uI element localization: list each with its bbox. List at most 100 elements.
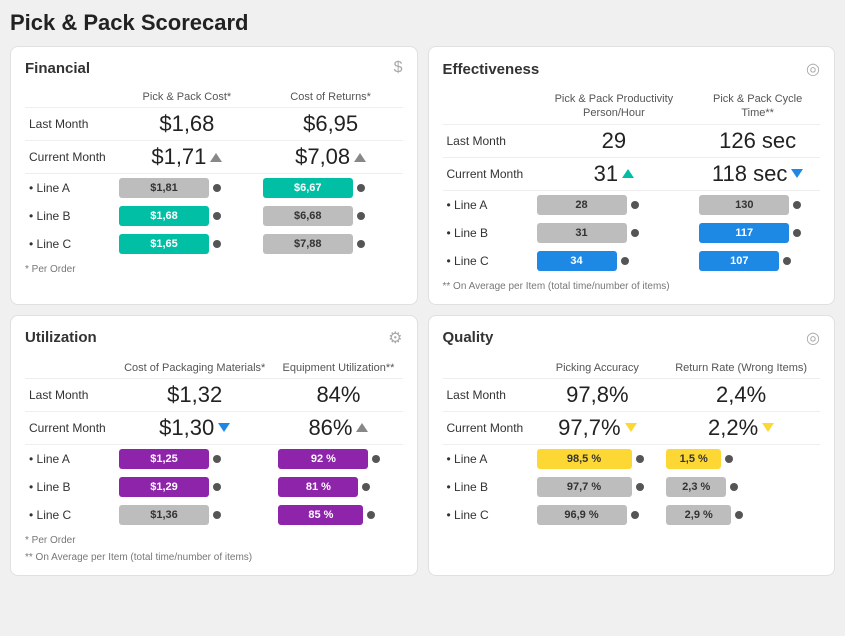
utilization-last-month-v2: 84%	[274, 378, 402, 411]
utilization-note2: ** On Average per Item (total time/numbe…	[25, 552, 403, 563]
effectiveness-lineb-v2-dot	[793, 229, 801, 237]
utilization-linec-v1: $1,36	[115, 501, 274, 529]
effectiveness-current-month-label: Current Month	[443, 157, 533, 190]
quality-col1-header: Picking Accuracy	[533, 358, 663, 379]
utilization-linec-v1-dot	[213, 511, 221, 519]
quality-linec-v2-dot	[735, 511, 743, 519]
effectiveness-title: Effectiveness	[443, 61, 540, 78]
effectiveness-linec-label: • Line C	[443, 247, 533, 275]
quality-v2-arrow	[762, 423, 774, 432]
utilization-current-month-v2: 86%	[274, 411, 402, 444]
utilization-table: Cost of Packaging Materials* Equipment U…	[25, 358, 403, 529]
effectiveness-table: Pick & Pack Productivity Person/Hour Pic…	[443, 89, 821, 275]
effectiveness-note: ** On Average per Item (total time/numbe…	[443, 281, 821, 292]
effectiveness-lineb-v2: 117	[695, 219, 820, 247]
utilization-linec-v2-dot	[367, 511, 375, 519]
quality-card: Quality ◎ Picking Accuracy Return Rate (…	[428, 315, 836, 576]
quality-current-month-v2: 2,2%	[662, 411, 820, 444]
financial-card-header: Financial $	[25, 59, 403, 77]
dashboard-grid: Financial $ Pick & Pack Cost* Cost of Re…	[10, 46, 835, 576]
financial-table: Pick & Pack Cost* Cost of Returns* Last …	[25, 87, 403, 258]
quality-linea-label: • Line A	[443, 444, 533, 473]
effectiveness-lineb-label: • Line B	[443, 219, 533, 247]
financial-linec-v1-dot	[213, 240, 221, 248]
effectiveness-v1-arrow	[622, 169, 634, 178]
financial-linec-label: • Line C	[25, 230, 115, 258]
financial-current-month-v2: $7,08	[259, 141, 403, 174]
financial-col1-header: Pick & Pack Cost*	[115, 87, 259, 108]
utilization-icon: ⚙	[388, 328, 402, 348]
financial-linea-v2-dot	[357, 184, 365, 192]
utilization-card: Utilization ⚙ Cost of Packaging Material…	[10, 315, 418, 576]
utilization-lineb-v2-dot	[362, 483, 370, 491]
effectiveness-last-month-v1: 29	[533, 124, 696, 157]
utilization-col2-header: Equipment Utilization**	[274, 358, 402, 379]
quality-title: Quality	[443, 329, 494, 346]
financial-linec-v2-dot	[357, 240, 365, 248]
effectiveness-lineb-v1-dot	[631, 229, 639, 237]
effectiveness-linec-v1: 34	[533, 247, 696, 275]
financial-linea-v1: $1,81	[115, 174, 259, 203]
financial-lineb-v1-dot	[213, 212, 221, 220]
utilization-linea-label: • Line A	[25, 444, 115, 473]
quality-linea-v1-dot	[636, 455, 644, 463]
quality-lineb-v1: 97,7 %	[533, 473, 663, 501]
utilization-v2-arrow	[356, 423, 368, 432]
financial-linea-label: • Line A	[25, 174, 115, 203]
utilization-last-month-v1: $1,32	[115, 378, 274, 411]
financial-col2-header: Cost of Returns*	[259, 87, 403, 108]
utilization-current-month-label: Current Month	[25, 411, 115, 444]
quality-last-month-label: Last Month	[443, 378, 533, 411]
utilization-linea-v1: $1,25	[115, 444, 274, 473]
utilization-linea-v2: 92 %	[274, 444, 402, 473]
effectiveness-current-month-v2: 118 sec	[695, 157, 820, 190]
effectiveness-linec-v2: 107	[695, 247, 820, 275]
utilization-lineb-v1-dot	[213, 483, 221, 491]
financial-linea-v1-dot	[213, 184, 221, 192]
financial-lineb-v1: $1,68	[115, 202, 259, 230]
effectiveness-last-month-v2: 126 sec	[695, 124, 820, 157]
quality-lineb-label: • Line B	[443, 473, 533, 501]
effectiveness-current-month-v1: 31	[533, 157, 696, 190]
quality-linea-v2-dot	[725, 455, 733, 463]
effectiveness-v2-arrow	[791, 169, 803, 178]
quality-card-header: Quality ◎	[443, 328, 821, 348]
financial-current-month-v1: $1,71	[115, 141, 259, 174]
effectiveness-linea-v1-dot	[631, 201, 639, 209]
quality-last-month-v1: 97,8%	[533, 378, 663, 411]
utilization-title: Utilization	[25, 329, 97, 346]
effectiveness-linea-label: • Line A	[443, 190, 533, 219]
quality-linec-label: • Line C	[443, 501, 533, 529]
utilization-card-header: Utilization ⚙	[25, 328, 403, 348]
effectiveness-linec-v1-dot	[621, 257, 629, 265]
quality-linec-v1-dot	[631, 511, 639, 519]
utilization-lineb-v1: $1,29	[115, 473, 274, 501]
effectiveness-icon: ◎	[806, 59, 820, 79]
effectiveness-col2-header: Pick & Pack Cycle Time**	[695, 89, 820, 124]
quality-icon: ◎	[806, 328, 820, 348]
effectiveness-linea-v2: 130	[695, 190, 820, 219]
quality-linea-v2: 1,5 %	[662, 444, 820, 473]
utilization-col1-header: Cost of Packaging Materials*	[115, 358, 274, 379]
financial-linec-v2: $7,88	[259, 230, 403, 258]
utilization-linea-v1-dot	[213, 455, 221, 463]
financial-title: Financial	[25, 60, 90, 77]
quality-table: Picking Accuracy Return Rate (Wrong Item…	[443, 358, 821, 529]
financial-note: * Per Order	[25, 264, 403, 275]
quality-linec-v1: 96,9 %	[533, 501, 663, 529]
financial-lineb-v2-dot	[357, 212, 365, 220]
utilization-v1-arrow	[218, 423, 230, 432]
quality-lineb-v2-dot	[730, 483, 738, 491]
financial-linec-v1: $1,65	[115, 230, 259, 258]
effectiveness-linea-v1: 28	[533, 190, 696, 219]
utilization-lineb-v2: 81 %	[274, 473, 402, 501]
quality-current-month-v1: 97,7%	[533, 411, 663, 444]
quality-v1-arrow	[625, 423, 637, 432]
financial-v2-arrow	[354, 153, 366, 162]
financial-current-month-label: Current Month	[25, 141, 115, 174]
utilization-lineb-label: • Line B	[25, 473, 115, 501]
financial-icon: $	[394, 59, 403, 77]
financial-last-month-v2: $6,95	[259, 108, 403, 141]
financial-lineb-v2: $6,68	[259, 202, 403, 230]
effectiveness-lineb-v1: 31	[533, 219, 696, 247]
